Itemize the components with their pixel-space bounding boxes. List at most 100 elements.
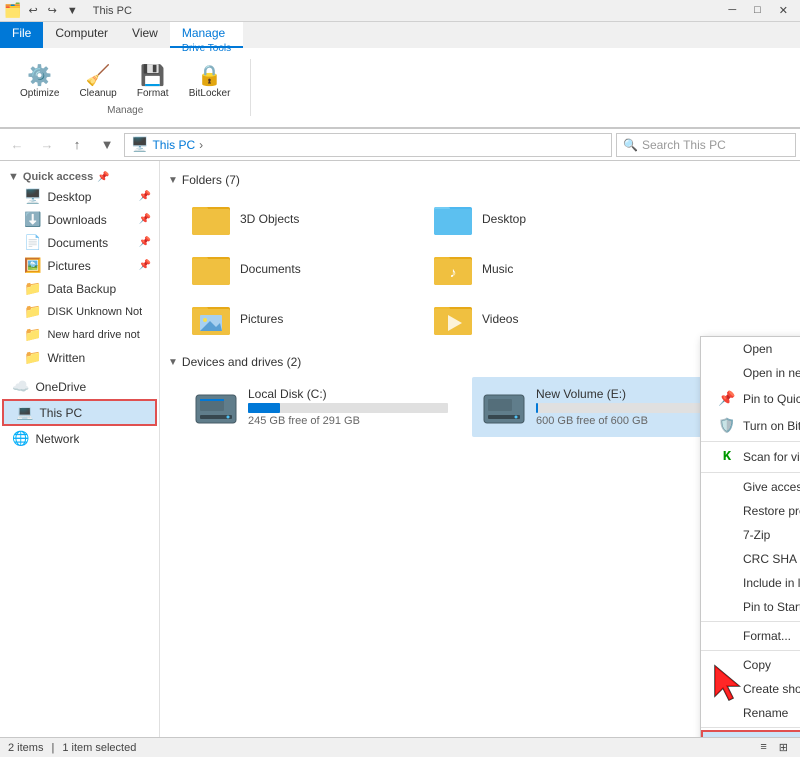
folder-music-label: Music [482,262,513,276]
ctx-copy[interactable]: Copy [701,653,800,677]
sidebar-item-desktop[interactable]: 🖥️ Desktop 📌 [0,185,159,208]
folder-3dobjects-label: 3D Objects [240,212,299,226]
drives-chevron: ▼ [168,357,178,368]
ctx-properties[interactable]: Properties [701,730,800,737]
drive-e-icon-wrap [480,383,528,431]
address-bar: ← → ↑ ▼ 🖥️ This PC › 🔍 Search This PC [0,129,800,161]
sidebar-item-thispc[interactable]: 💻 This PC [2,399,157,426]
quickaccess-chevron[interactable]: ▼ [8,171,19,183]
ctx-pin-quick[interactable]: 📌 Pin to Quick access [701,385,800,412]
tab-file[interactable]: File [0,22,43,48]
sidebar-item-newhdd[interactable]: 📁 New hard drive not [0,323,159,346]
sidebar-item-databackup[interactable]: 📁 Data Backup [0,277,159,300]
main-layout: ▼ Quick access 📌 🖥️ Desktop 📌 ⬇️ Downloa… [0,161,800,737]
path-thispc[interactable]: This PC [152,138,195,152]
sidebar-item-documents[interactable]: 📄 Documents 📌 [0,231,159,254]
up-button[interactable]: ↑ [64,132,90,158]
ribbon-group-label: Manage [107,105,143,116]
view-details-icon[interactable]: ≡ [756,739,770,756]
address-path[interactable]: 🖥️ This PC › [124,133,612,157]
content-area: ▼ Folders (7) 3D Objects Desktop [160,161,800,737]
path-icon: 🖥️ [131,136,148,153]
ctx-give-access[interactable]: Give access to ► [701,475,800,499]
drive-c[interactable]: Local Disk (C:) 245 GB free of 291 GB [184,377,464,437]
ctx-open[interactable]: Open [701,337,800,361]
svg-text:♪: ♪ [450,264,457,280]
optimize-icon: ⚙️ [27,63,52,88]
drives-grid: Local Disk (C:) 245 GB free of 291 GB [168,377,792,437]
folder-desktop[interactable]: Desktop [426,195,666,243]
view-tiles-icon[interactable]: ⊞ [775,739,792,756]
redo-icon[interactable]: ↪ [45,3,60,18]
ribbon-btn-optimize[interactable]: ⚙️ Optimize [12,59,67,103]
sidebar-item-pictures[interactable]: 🖼️ Pictures 📌 [0,254,159,277]
folder-music[interactable]: ♪ Music [426,245,666,293]
ribbon-btn-format[interactable]: 💾 Format [129,59,177,103]
sidebar-item-written[interactable]: 📁 Written [0,346,159,369]
sidebar-item-downloads[interactable]: ⬇️ Downloads 📌 [0,208,159,231]
maximize-button[interactable]: □ [746,2,769,19]
ctx-format[interactable]: Format... [701,624,800,648]
search-icon: 🔍 [623,138,638,152]
ctx-sep-1 [701,441,800,442]
recent-button[interactable]: ▼ [94,132,120,158]
tab-view[interactable]: View [120,22,170,48]
folder-documents[interactable]: Documents [184,245,424,293]
downloads-icon: ⬇️ [24,211,41,228]
folder-3dobjects[interactable]: 3D Objects [184,195,424,243]
tab-drivetools[interactable]: Manage Drive Tools [170,22,243,48]
ctx-pin-start[interactable]: Pin to Start [701,595,800,619]
ctx-pin-icon: 📌 [717,390,737,407]
forward-button[interactable]: → [34,132,60,158]
ctx-sep-3 [701,621,800,622]
ctx-include-library[interactable]: Include in library ► [701,571,800,595]
diskunknown-icon: 📁 [24,303,41,320]
close-button[interactable]: ✕ [771,2,796,19]
minimize-button[interactable]: ─ [720,2,744,19]
drive-c-bar-fill [248,403,280,413]
sidebar-item-diskunknown[interactable]: 📁 DISK Unknown Not [0,300,159,323]
thispc-icon: 💻 [16,404,33,421]
folders-grid: 3D Objects Desktop Documents ♪ [168,195,792,343]
cleanup-icon: 🧹 [86,63,111,88]
folder-pictures[interactable]: Pictures [184,295,424,343]
ctx-open-new-window[interactable]: Open in new window [701,361,800,385]
ctx-sep-4 [701,650,800,651]
ctx-sep-5 [701,727,800,728]
ctx-7zip[interactable]: 7-Zip ► [701,523,800,547]
title-bar: 🗂️ ↩ ↪ ▼ This PC ─ □ ✕ [0,0,800,22]
ctx-bitlocker[interactable]: 🛡️ Turn on BitLocker [701,412,800,439]
dropdown-icon[interactable]: ▼ [64,4,81,18]
ribbon-tabs: File Computer View Manage Drive Tools [0,22,800,48]
drive-c-icon-wrap [192,383,240,431]
ctx-restore-versions[interactable]: Restore previous versions [701,499,800,523]
folders-section-header[interactable]: ▼ Folders (7) [168,173,792,187]
sidebar-section-quickaccess: ▼ Quick access 📌 [0,165,159,185]
ribbon-btn-bitlocker[interactable]: 🔒 BitLocker [181,59,239,103]
drives-section-title: Devices and drives (2) [182,355,301,369]
folder-videos[interactable]: Videos [426,295,666,343]
status-items-count: 2 items [8,742,43,754]
status-selected-info: 1 item selected [62,742,136,754]
ctx-create-shortcut[interactable]: Create shortcut [701,677,800,701]
pin-icon: 📌 [97,172,109,183]
tab-computer[interactable]: Computer [43,22,120,48]
ctx-rename[interactable]: Rename [701,701,800,725]
folders-section-title: Folders (7) [182,173,240,187]
ctx-crcsha[interactable]: CRC SHA ► [701,547,800,571]
ribbon-group-manage: ⚙️ Optimize 🧹 Cleanup 💾 Format 🔒 BitLock… [12,59,251,116]
window-title: This PC [93,5,132,17]
folder-videos-label: Videos [482,312,518,326]
undo-icon[interactable]: ↩ [25,3,40,18]
title-bar-left: 🗂️ ↩ ↪ ▼ This PC [4,2,132,19]
search-box[interactable]: 🔍 Search This PC [616,133,796,157]
sidebar-item-onedrive[interactable]: ☁️ OneDrive [0,375,159,398]
sidebar-item-network[interactable]: 🌐 Network [0,427,159,450]
back-button[interactable]: ← [4,132,30,158]
written-icon: 📁 [24,349,41,366]
ctx-scan-viruses[interactable]: K Scan for viruses [701,444,800,470]
ribbon-btn-cleanup[interactable]: 🧹 Cleanup [71,59,124,103]
pictures-icon: 🖼️ [24,257,41,274]
drives-section-header[interactable]: ▼ Devices and drives (2) [168,355,792,369]
ribbon-content: ⚙️ Optimize 🧹 Cleanup 💾 Format 🔒 BitLock… [0,48,800,128]
